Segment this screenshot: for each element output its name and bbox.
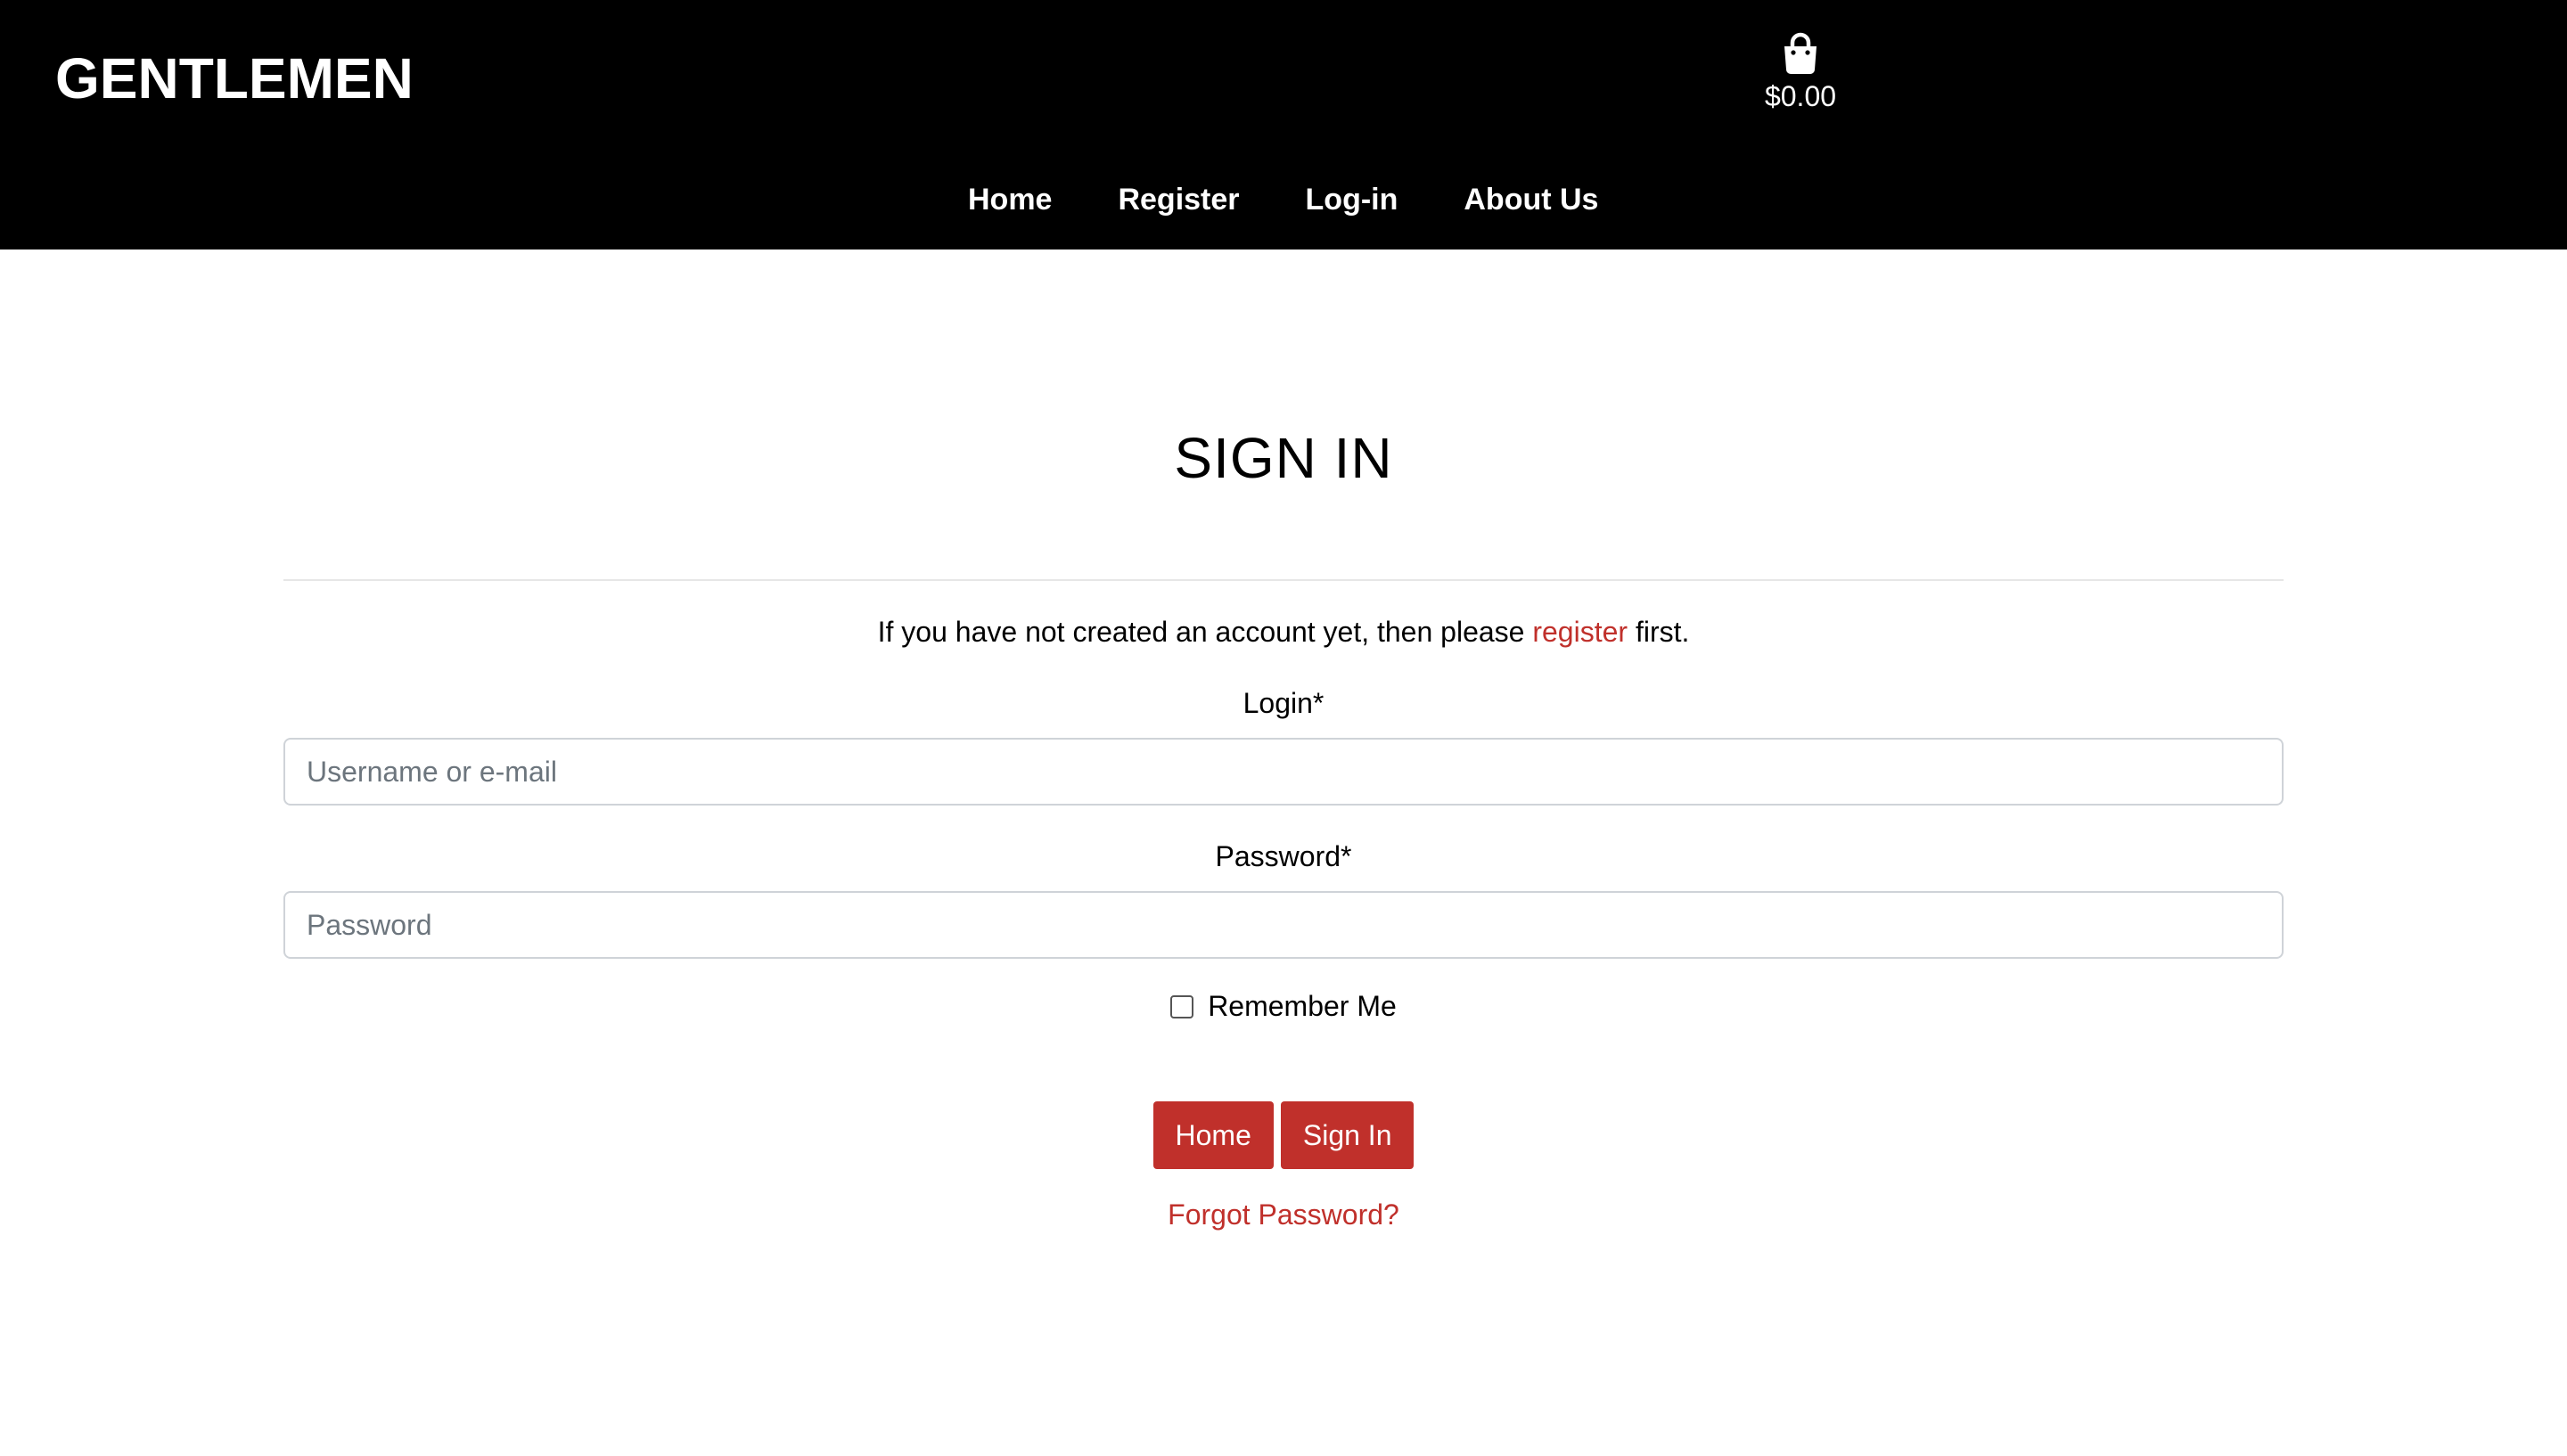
password-label: Password* xyxy=(1215,840,1352,872)
register-link[interactable]: register xyxy=(1532,616,1628,648)
title-divider xyxy=(283,579,2284,581)
sign-in-button[interactable]: Sign In xyxy=(1280,1101,1415,1169)
remember-me-label[interactable]: Remember Me xyxy=(1208,990,1397,1022)
register-prompt-text-after: first. xyxy=(1628,616,1690,648)
nav-register-link[interactable]: Register xyxy=(1118,175,1239,225)
login-input[interactable] xyxy=(283,738,2284,806)
forgot-password-link[interactable]: Forgot Password? xyxy=(1168,1198,1399,1231)
register-prompt: If you have not created an account yet, … xyxy=(283,611,2284,652)
brand-logo-link[interactable]: GENTLEMEN xyxy=(55,43,414,114)
cart-link[interactable]: $0.00 xyxy=(1747,32,1854,116)
page-title: SIGN IN xyxy=(1174,426,1393,490)
login-label: Login* xyxy=(1242,687,1325,719)
home-button[interactable]: Home xyxy=(1152,1101,1274,1169)
nav-about-link[interactable]: About Us xyxy=(1464,175,1598,225)
nav-home-link[interactable]: Home xyxy=(968,175,1052,225)
remember-me-checkbox[interactable] xyxy=(1170,995,1194,1018)
register-prompt-text-before: If you have not created an account yet, … xyxy=(877,616,1533,648)
nav-login-link[interactable]: Log-in xyxy=(1306,175,1398,225)
password-input[interactable] xyxy=(283,891,2284,959)
shopping-bag-icon xyxy=(1784,32,1817,74)
forgot-password-row: Forgot Password? xyxy=(283,1194,2284,1235)
remember-me-row: Remember Me xyxy=(283,986,2284,1027)
form-actions: Home Sign In xyxy=(283,1101,2284,1169)
cart-total: $0.00 xyxy=(1764,80,1837,112)
site-header: GENTLEMEN $0.00 Home Register Log-in About … xyxy=(0,0,2567,249)
